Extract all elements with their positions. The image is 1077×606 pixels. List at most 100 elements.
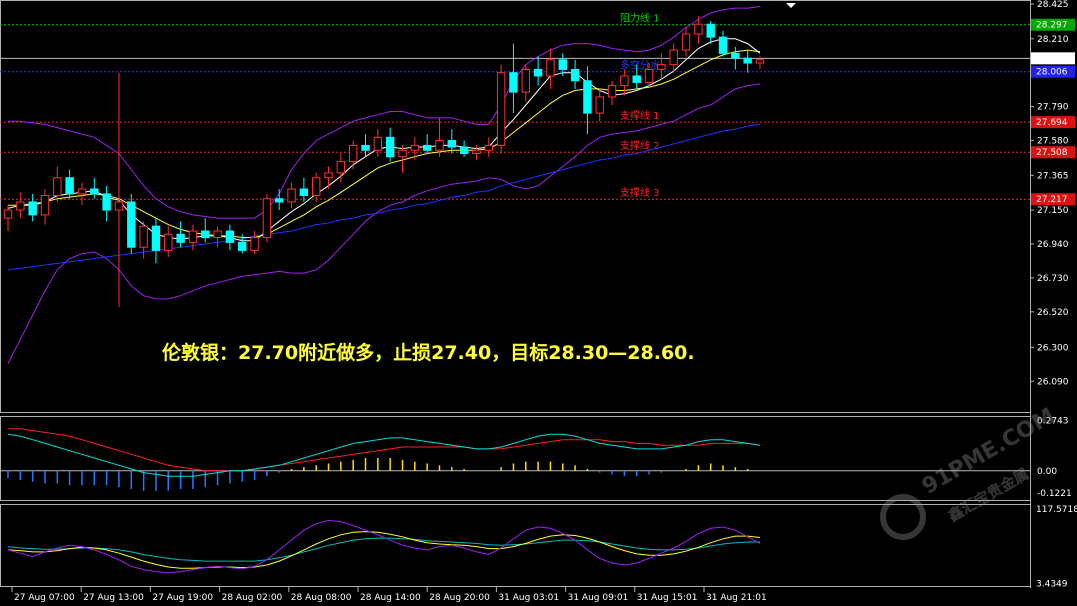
osc-tick-label-1: 3.4349 bbox=[1036, 580, 1068, 590]
candle-body-59 bbox=[731, 52, 740, 59]
candle-body-53 bbox=[657, 64, 666, 70]
candle-body-36 bbox=[447, 140, 457, 148]
candle-body-13 bbox=[164, 233, 173, 251]
candle-body-40 bbox=[496, 72, 506, 146]
candle-body-12 bbox=[151, 225, 161, 251]
candle-body-9 bbox=[114, 201, 124, 211]
time-tick-label-1: 27 Aug 13:00 bbox=[83, 593, 144, 603]
candle-body-27 bbox=[336, 161, 346, 174]
candle-body-57 bbox=[706, 23, 715, 38]
candle-body-46 bbox=[570, 68, 580, 82]
candle-body-0 bbox=[3, 209, 13, 219]
price-tick-label-11: 26.090 bbox=[1037, 377, 1069, 387]
candle-body-38 bbox=[472, 149, 481, 154]
candle-body-2 bbox=[28, 201, 37, 216]
price-tick-label-3: 27.790 bbox=[1037, 103, 1069, 113]
hline-label-5: 支撑线 2 bbox=[620, 139, 660, 152]
price-tick-label-1: 28.210 bbox=[1037, 35, 1069, 45]
watermark: 91PME.COM 鑫汇宝贵金属 bbox=[880, 404, 1070, 550]
candle-body-54 bbox=[669, 49, 678, 66]
hline-label-3: 多空分水 bbox=[620, 59, 660, 72]
price-tick-label-7: 26.940 bbox=[1037, 240, 1069, 250]
candle-body-5 bbox=[65, 177, 74, 195]
time-tick-label-5: 28 Aug 14:00 bbox=[360, 593, 421, 603]
hline-label-4: 支撑线 1 bbox=[620, 109, 660, 122]
price-tag-6: 27.217 bbox=[1036, 195, 1068, 205]
candle-body-44 bbox=[546, 59, 555, 77]
candle-body-39 bbox=[484, 144, 493, 151]
candle-body-26 bbox=[324, 172, 333, 179]
candle-body-25 bbox=[311, 177, 321, 196]
candle-body-8 bbox=[102, 193, 111, 211]
price-tick-label-6: 27.150 bbox=[1037, 206, 1069, 216]
candle-body-34 bbox=[422, 144, 432, 151]
price-tick-label-4: 27.580 bbox=[1037, 137, 1069, 147]
candle-body-19 bbox=[238, 241, 247, 251]
price-tick-label-10: 26.300 bbox=[1037, 343, 1069, 353]
price-tag-5: 27.508 bbox=[1036, 148, 1068, 158]
chart-window: 阻力线 2阻力线 1多空分水支撑线 1支撑线 2支撑线 3 28.42528.2… bbox=[0, 0, 1077, 606]
watermark-logo-icon bbox=[880, 494, 926, 540]
candle-body-30 bbox=[373, 136, 383, 151]
price-tag-3: 28.006 bbox=[1036, 68, 1068, 78]
candle-body-45 bbox=[558, 59, 567, 70]
candle-body-61 bbox=[755, 59, 765, 64]
candle-body-20 bbox=[250, 237, 259, 251]
candle-body-42 bbox=[521, 68, 530, 93]
hline-label-6: 支撑线 3 bbox=[620, 186, 660, 199]
candle-body-41 bbox=[509, 72, 518, 93]
candle-body-32 bbox=[398, 149, 407, 158]
price-tick-label-9: 26.520 bbox=[1037, 308, 1069, 318]
candle-body-14 bbox=[176, 233, 185, 243]
candle-body-1 bbox=[16, 201, 25, 211]
candle-body-50 bbox=[620, 75, 629, 87]
time-tick-label-3: 28 Aug 02:00 bbox=[222, 593, 283, 603]
price-tick-label-0: 28.425 bbox=[1037, 0, 1069, 10]
time-tick-label-6: 28 Aug 20:00 bbox=[429, 593, 490, 603]
candle-body-58 bbox=[718, 36, 728, 54]
candle-body-37 bbox=[459, 146, 469, 154]
trade-recommendation: 伦敦银：27.70附近做多，止损27.40，目标28.30—28.60. bbox=[162, 342, 695, 364]
candle-body-11 bbox=[139, 225, 148, 248]
candle-body-4 bbox=[53, 177, 62, 196]
candle-body-15 bbox=[188, 230, 198, 243]
candle-body-33 bbox=[410, 144, 420, 151]
candle-body-47 bbox=[583, 80, 592, 114]
time-tick-label-4: 28 Aug 08:00 bbox=[291, 593, 352, 603]
time-tick-label-10: 31 Aug 21:01 bbox=[706, 593, 767, 603]
candle-body-16 bbox=[201, 230, 210, 239]
candle-body-7 bbox=[90, 188, 99, 195]
candle-body-51 bbox=[632, 75, 641, 83]
time-tick-label-9: 31 Aug 15:01 bbox=[637, 593, 698, 603]
price-tick-label-5: 27.365 bbox=[1037, 171, 1069, 181]
candle-body-6 bbox=[77, 188, 87, 195]
candle-body-18 bbox=[225, 230, 235, 243]
price-tag-1: 28.297 bbox=[1036, 21, 1068, 31]
candle-body-49 bbox=[607, 85, 617, 98]
candle-body-28 bbox=[348, 144, 358, 163]
candle-body-17 bbox=[213, 230, 222, 239]
candle-body-60 bbox=[743, 57, 752, 64]
time-tick-label-8: 31 Aug 09:01 bbox=[568, 593, 629, 603]
candle-body-35 bbox=[435, 140, 444, 151]
candle-body-10 bbox=[127, 201, 136, 248]
candle-body-21 bbox=[262, 198, 272, 239]
time-tick-label-7: 31 Aug 03:01 bbox=[498, 593, 559, 603]
candle-body-52 bbox=[644, 68, 654, 83]
candle-body-56 bbox=[694, 23, 703, 35]
candle-body-48 bbox=[595, 96, 604, 114]
candle-body-3 bbox=[40, 194, 50, 216]
candle-body-31 bbox=[385, 136, 395, 158]
candle-body-23 bbox=[287, 188, 296, 203]
price-tag-4: 27.694 bbox=[1036, 118, 1068, 128]
price-tick-label-8: 26.730 bbox=[1037, 274, 1069, 284]
candle-body-55 bbox=[681, 33, 691, 51]
time-tick-label-0: 27 Aug 07:00 bbox=[14, 593, 75, 603]
candle-body-24 bbox=[299, 188, 309, 196]
candle-body-22 bbox=[275, 198, 284, 203]
candle-body-43 bbox=[533, 68, 543, 77]
candle-body-29 bbox=[361, 144, 370, 151]
time-tick-label-2: 27 Aug 19:00 bbox=[152, 593, 213, 603]
price-tag-2: 28.089 bbox=[1036, 54, 1068, 64]
hline-label-1: 阻力线 1 bbox=[620, 12, 660, 25]
